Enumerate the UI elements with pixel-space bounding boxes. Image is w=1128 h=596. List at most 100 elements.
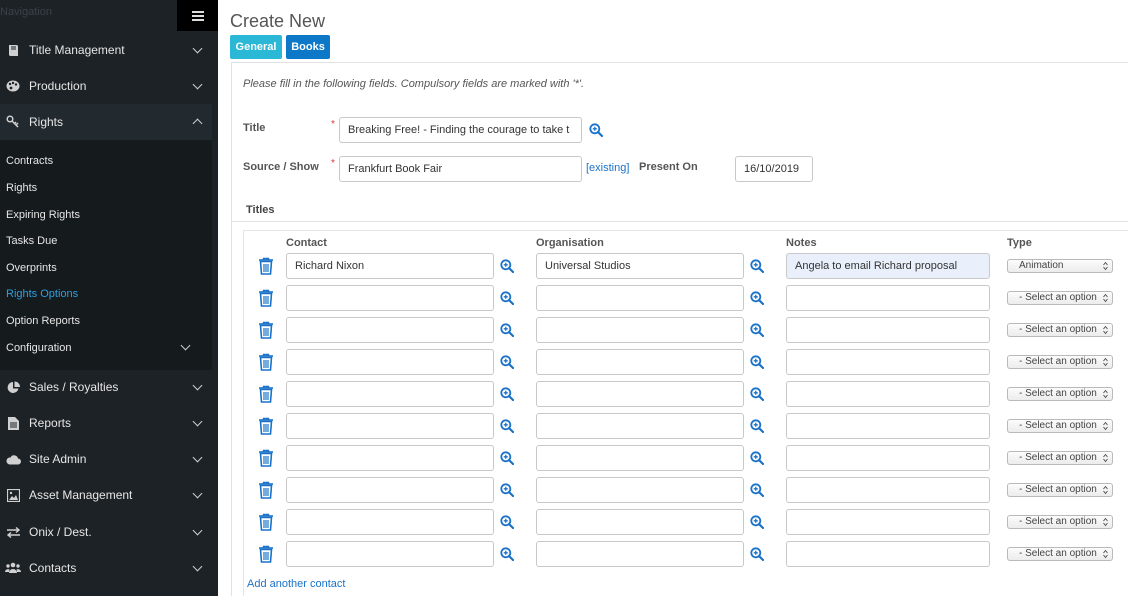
contact-search-icon[interactable] (500, 259, 515, 274)
title-search-icon[interactable] (589, 123, 604, 138)
type-select[interactable]: - Select an option (1007, 451, 1113, 465)
contact-search-icon[interactable] (500, 323, 515, 338)
notes-input[interactable] (786, 509, 990, 535)
contact-search-icon[interactable] (500, 483, 515, 498)
contact-input[interactable] (286, 541, 494, 567)
contact-input[interactable] (286, 349, 494, 375)
organisation-input[interactable] (536, 413, 744, 439)
organisation-search-icon[interactable] (750, 547, 765, 562)
type-select[interactable]: Animation (1007, 259, 1113, 273)
organisation-search-icon[interactable] (750, 451, 765, 466)
organisation-input[interactable] (536, 445, 744, 471)
notes-input[interactable] (786, 541, 990, 567)
contact-input[interactable] (286, 445, 494, 471)
title-input[interactable]: Breaking Free! - Finding the courage to … (339, 117, 582, 143)
organisation-search-icon[interactable] (750, 291, 765, 306)
tab-general[interactable]: General (230, 35, 282, 59)
organisation-search-icon[interactable] (750, 483, 765, 498)
contact-search-icon[interactable] (500, 419, 515, 434)
delete-row-trash-icon[interactable] (258, 417, 274, 435)
type-select[interactable]: - Select an option (1007, 291, 1113, 305)
organisation-search-icon[interactable] (750, 259, 765, 274)
organisation-input[interactable] (536, 381, 744, 407)
notes-input[interactable] (786, 477, 990, 503)
tab-books[interactable]: Books (286, 35, 330, 59)
contact-search-icon[interactable] (500, 515, 515, 530)
submenu-item-overprints[interactable]: Overprints (6, 262, 57, 274)
submenu-item-contracts[interactable]: Contracts (6, 155, 53, 167)
notes-input[interactable] (786, 445, 990, 471)
submenu-item-rights-options[interactable]: Rights Options (6, 288, 78, 300)
existing-source-link[interactable]: [existing] (586, 162, 629, 174)
delete-row-trash-icon[interactable] (258, 449, 274, 467)
organisation-input[interactable] (536, 285, 744, 311)
sidebar-item-contacts[interactable]: Contacts (0, 550, 212, 586)
type-select-value: - Select an option (1019, 388, 1097, 399)
organisation-search-icon[interactable] (750, 387, 765, 402)
delete-row-trash-icon[interactable] (258, 545, 274, 563)
delete-row-trash-icon[interactable] (258, 385, 274, 403)
organisation-search-icon[interactable] (750, 355, 765, 370)
contact-search-icon[interactable] (500, 387, 515, 402)
contact-input[interactable] (286, 509, 494, 535)
organisation-search-icon[interactable] (750, 323, 765, 338)
submenu-item-configuration[interactable]: Configuration (6, 342, 71, 354)
submenu-item-option-reports[interactable]: Option Reports (6, 315, 80, 327)
hamburger-menu-button[interactable] (177, 0, 218, 31)
contact-search-icon[interactable] (500, 451, 515, 466)
notes-input[interactable] (786, 349, 990, 375)
submenu-item-rights[interactable]: Rights (6, 182, 37, 194)
contact-input[interactable] (286, 477, 494, 503)
contact-input[interactable] (286, 285, 494, 311)
type-select[interactable]: - Select an option (1007, 515, 1113, 529)
notes-input[interactable] (786, 285, 990, 311)
contact-input[interactable] (286, 317, 494, 343)
contact-search-icon[interactable] (500, 355, 515, 370)
delete-row-trash-icon[interactable] (258, 257, 274, 275)
organisation-input[interactable]: Universal Studios (536, 253, 744, 279)
sidebar-item-site-admin[interactable]: Site Admin (0, 441, 212, 477)
nav-title: Navigation (0, 6, 52, 18)
type-select[interactable]: - Select an option (1007, 323, 1113, 337)
sidebar-item-sales-royalties[interactable]: Sales / Royalties (0, 369, 212, 405)
organisation-input[interactable] (536, 541, 744, 567)
organisation-input[interactable] (536, 349, 744, 375)
notes-input[interactable]: Angela to email Richard proposal (786, 253, 990, 279)
contact-search-icon[interactable] (500, 547, 515, 562)
delete-row-trash-icon[interactable] (258, 289, 274, 307)
sidebar-item-rights[interactable]: Rights (0, 104, 212, 140)
delete-row-trash-icon[interactable] (258, 481, 274, 499)
sidebar-item-onix-dest[interactable]: Onix / Dest. (0, 514, 212, 550)
submenu-item-tasks-due[interactable]: Tasks Due (6, 235, 57, 247)
contact-input[interactable]: Richard Nixon (286, 253, 494, 279)
organisation-input[interactable] (536, 509, 744, 535)
sidebar-item-asset-management[interactable]: Asset Management (0, 477, 212, 513)
notes-input[interactable] (786, 381, 990, 407)
organisation-search-icon[interactable] (750, 419, 765, 434)
type-select[interactable]: - Select an option (1007, 419, 1113, 433)
notes-input[interactable] (786, 413, 990, 439)
delete-row-trash-icon[interactable] (258, 321, 274, 339)
contact-search-icon[interactable] (500, 291, 515, 306)
type-select[interactable]: - Select an option (1007, 355, 1113, 369)
delete-row-trash-icon[interactable] (258, 513, 274, 531)
sidebar-item-reports[interactable]: Reports (0, 405, 212, 441)
present-on-date-input[interactable]: 16/10/2019 (735, 156, 813, 182)
sidebar-item-production[interactable]: Production (0, 68, 212, 104)
chevron-down-icon (192, 79, 203, 90)
organisation-input[interactable] (536, 317, 744, 343)
notes-input[interactable] (786, 317, 990, 343)
source-show-input[interactable]: Frankfurt Book Fair (339, 156, 582, 182)
sidebar-item-title-management[interactable]: Title Management (0, 32, 212, 68)
type-select[interactable]: - Select an option (1007, 483, 1113, 497)
contact-input[interactable] (286, 381, 494, 407)
submenu-item-expiring-rights[interactable]: Expiring Rights (6, 209, 80, 221)
organisation-search-icon[interactable] (750, 515, 765, 530)
type-select[interactable]: - Select an option (1007, 547, 1113, 561)
add-another-contact-link[interactable]: Add another contact (247, 578, 345, 590)
delete-row-trash-icon[interactable] (258, 353, 274, 371)
type-select[interactable]: - Select an option (1007, 387, 1113, 401)
organisation-input[interactable] (536, 477, 744, 503)
form-instructions: Please fill in the following fields. Com… (243, 78, 585, 90)
contact-input[interactable] (286, 413, 494, 439)
